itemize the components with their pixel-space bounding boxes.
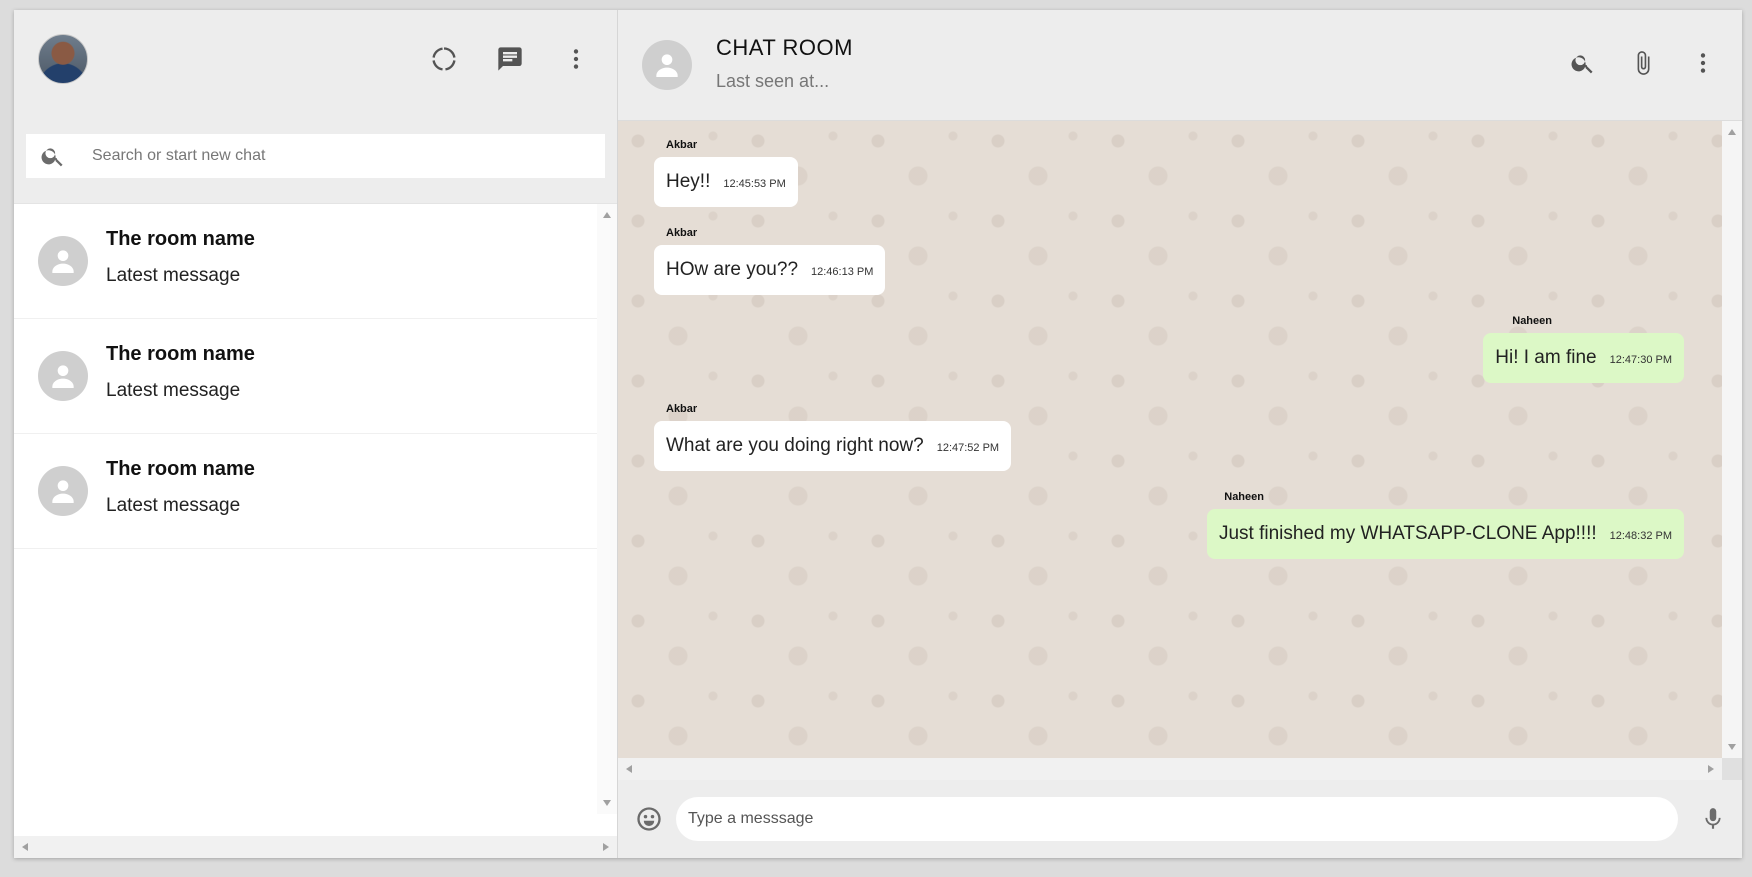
message-time: 12:48:32 PM <box>1609 530 1672 542</box>
person-icon <box>52 365 74 388</box>
message-time: 12:46:13 PM <box>811 266 874 278</box>
person-icon <box>52 250 74 273</box>
person-icon <box>656 54 678 77</box>
sidebar-header-icons <box>427 34 597 76</box>
message-sent: Naheen Hi! I am fine 12:47:30 PM <box>654 315 1684 383</box>
scroll-right-arrow[interactable] <box>603 843 609 851</box>
message-sender: Akbar <box>666 139 698 151</box>
search-icon[interactable] <box>1566 46 1600 80</box>
sidebar-header <box>14 10 617 118</box>
message-bubble: Just finished my WHATSAPP-CLONE App!!!! … <box>1206 509 1684 559</box>
message-list: Akbar Hey!! 12:45:53 PM Akbar HOw are yo… <box>618 121 1720 758</box>
message-text: Just finished my WHATSAPP-CLONE App!!!! <box>1218 523 1597 544</box>
sidebar-vertical-scrollbar[interactable] <box>597 204 617 814</box>
chat-room-title: CHAT ROOM <box>716 34 853 60</box>
message-bubble: What are you doing right now? 12:47:52 P… <box>654 421 1012 471</box>
scroll-down-arrow[interactable] <box>603 800 611 806</box>
search-container <box>14 118 617 204</box>
message-sender: Akbar <box>666 403 698 415</box>
room-last-message: Latest message <box>106 264 241 286</box>
sidebar: The room name Latest message The room na… <box>14 10 618 858</box>
sidebar-horizontal-scrollbar[interactable] <box>14 836 617 858</box>
chat-list-item[interactable]: The room name Latest message <box>14 434 597 549</box>
chat-icon[interactable] <box>493 42 527 76</box>
room-avatar <box>38 236 88 286</box>
message-input[interactable] <box>676 797 1678 841</box>
chat-body: Akbar Hey!! 12:45:53 PM Akbar HOw are yo… <box>618 121 1742 780</box>
room-last-message: Latest message <box>106 494 241 516</box>
message-bubble: HOw are you?? 12:46:13 PM <box>654 245 886 295</box>
message-received: Akbar What are you doing right now? 12:4… <box>654 403 1684 471</box>
message-bubble: Hi! I am fine 12:47:30 PM <box>1483 333 1684 383</box>
mic-icon[interactable] <box>1696 802 1730 836</box>
room-avatar <box>38 351 88 401</box>
scroll-right-arrow[interactable] <box>1708 765 1714 773</box>
more-vert-icon[interactable] <box>559 42 593 76</box>
message-sender: Naheen <box>1512 315 1552 327</box>
scroll-up-arrow[interactable] <box>603 212 611 218</box>
search-box[interactable] <box>26 134 605 178</box>
emoji-icon[interactable] <box>632 802 666 836</box>
message-text: Hey!! <box>666 171 711 192</box>
search-input[interactable] <box>92 147 572 165</box>
chat-list: The room name Latest message The room na… <box>14 204 617 836</box>
message-text: Hi! I am fine <box>1495 347 1597 368</box>
room-name: The room name <box>106 457 255 480</box>
message-sender: Akbar <box>666 227 698 239</box>
room-name: The room name <box>106 342 255 365</box>
attach-icon[interactable] <box>1626 46 1660 80</box>
chat-vertical-scrollbar[interactable] <box>1722 121 1742 758</box>
chat-room-avatar[interactable] <box>642 40 692 90</box>
scrollbar-corner <box>1722 758 1742 780</box>
user-avatar[interactable] <box>38 34 88 84</box>
message-time: 12:47:30 PM <box>1609 354 1672 366</box>
chat-header-icons <box>1566 46 1742 80</box>
message-sent: Naheen Just finished my WHATSAPP-CLONE A… <box>654 491 1684 559</box>
message-received: Akbar Hey!! 12:45:53 PM <box>654 139 1684 207</box>
message-text: What are you doing right now? <box>666 435 924 456</box>
room-avatar <box>38 466 88 516</box>
scroll-left-arrow[interactable] <box>22 843 28 851</box>
chat-panel: CHAT ROOM Last seen at... Akbar Hey!! 12… <box>618 10 1742 858</box>
message-time: 12:45:53 PM <box>723 178 786 190</box>
scroll-left-arrow[interactable] <box>626 765 632 773</box>
message-bubble: Hey!! 12:45:53 PM <box>654 157 798 207</box>
scroll-up-arrow[interactable] <box>1728 129 1736 135</box>
room-last-message: Latest message <box>106 379 241 401</box>
search-icon <box>41 148 63 167</box>
room-name: The room name <box>106 227 255 250</box>
message-text: HOw are you?? <box>666 259 799 280</box>
scroll-down-arrow[interactable] <box>1728 744 1736 750</box>
chat-list-container: The room name Latest message The room na… <box>14 204 617 858</box>
chat-horizontal-scrollbar[interactable] <box>618 758 1722 780</box>
person-icon <box>52 480 74 503</box>
chat-list-item[interactable]: The room name Latest message <box>14 204 597 319</box>
message-sender: Naheen <box>1224 491 1264 503</box>
message-received: Akbar HOw are you?? 12:46:13 PM <box>654 227 1684 295</box>
chat-header: CHAT ROOM Last seen at... <box>618 10 1742 121</box>
app-window: The room name Latest message The room na… <box>14 10 1742 858</box>
chat-footer <box>618 780 1742 858</box>
last-seen-text: Last seen at... <box>716 70 830 91</box>
status-icon[interactable] <box>427 42 461 76</box>
message-time: 12:47:52 PM <box>936 442 1000 454</box>
chat-list-item[interactable]: The room name Latest message <box>14 319 597 434</box>
more-vert-icon[interactable] <box>1686 46 1720 80</box>
